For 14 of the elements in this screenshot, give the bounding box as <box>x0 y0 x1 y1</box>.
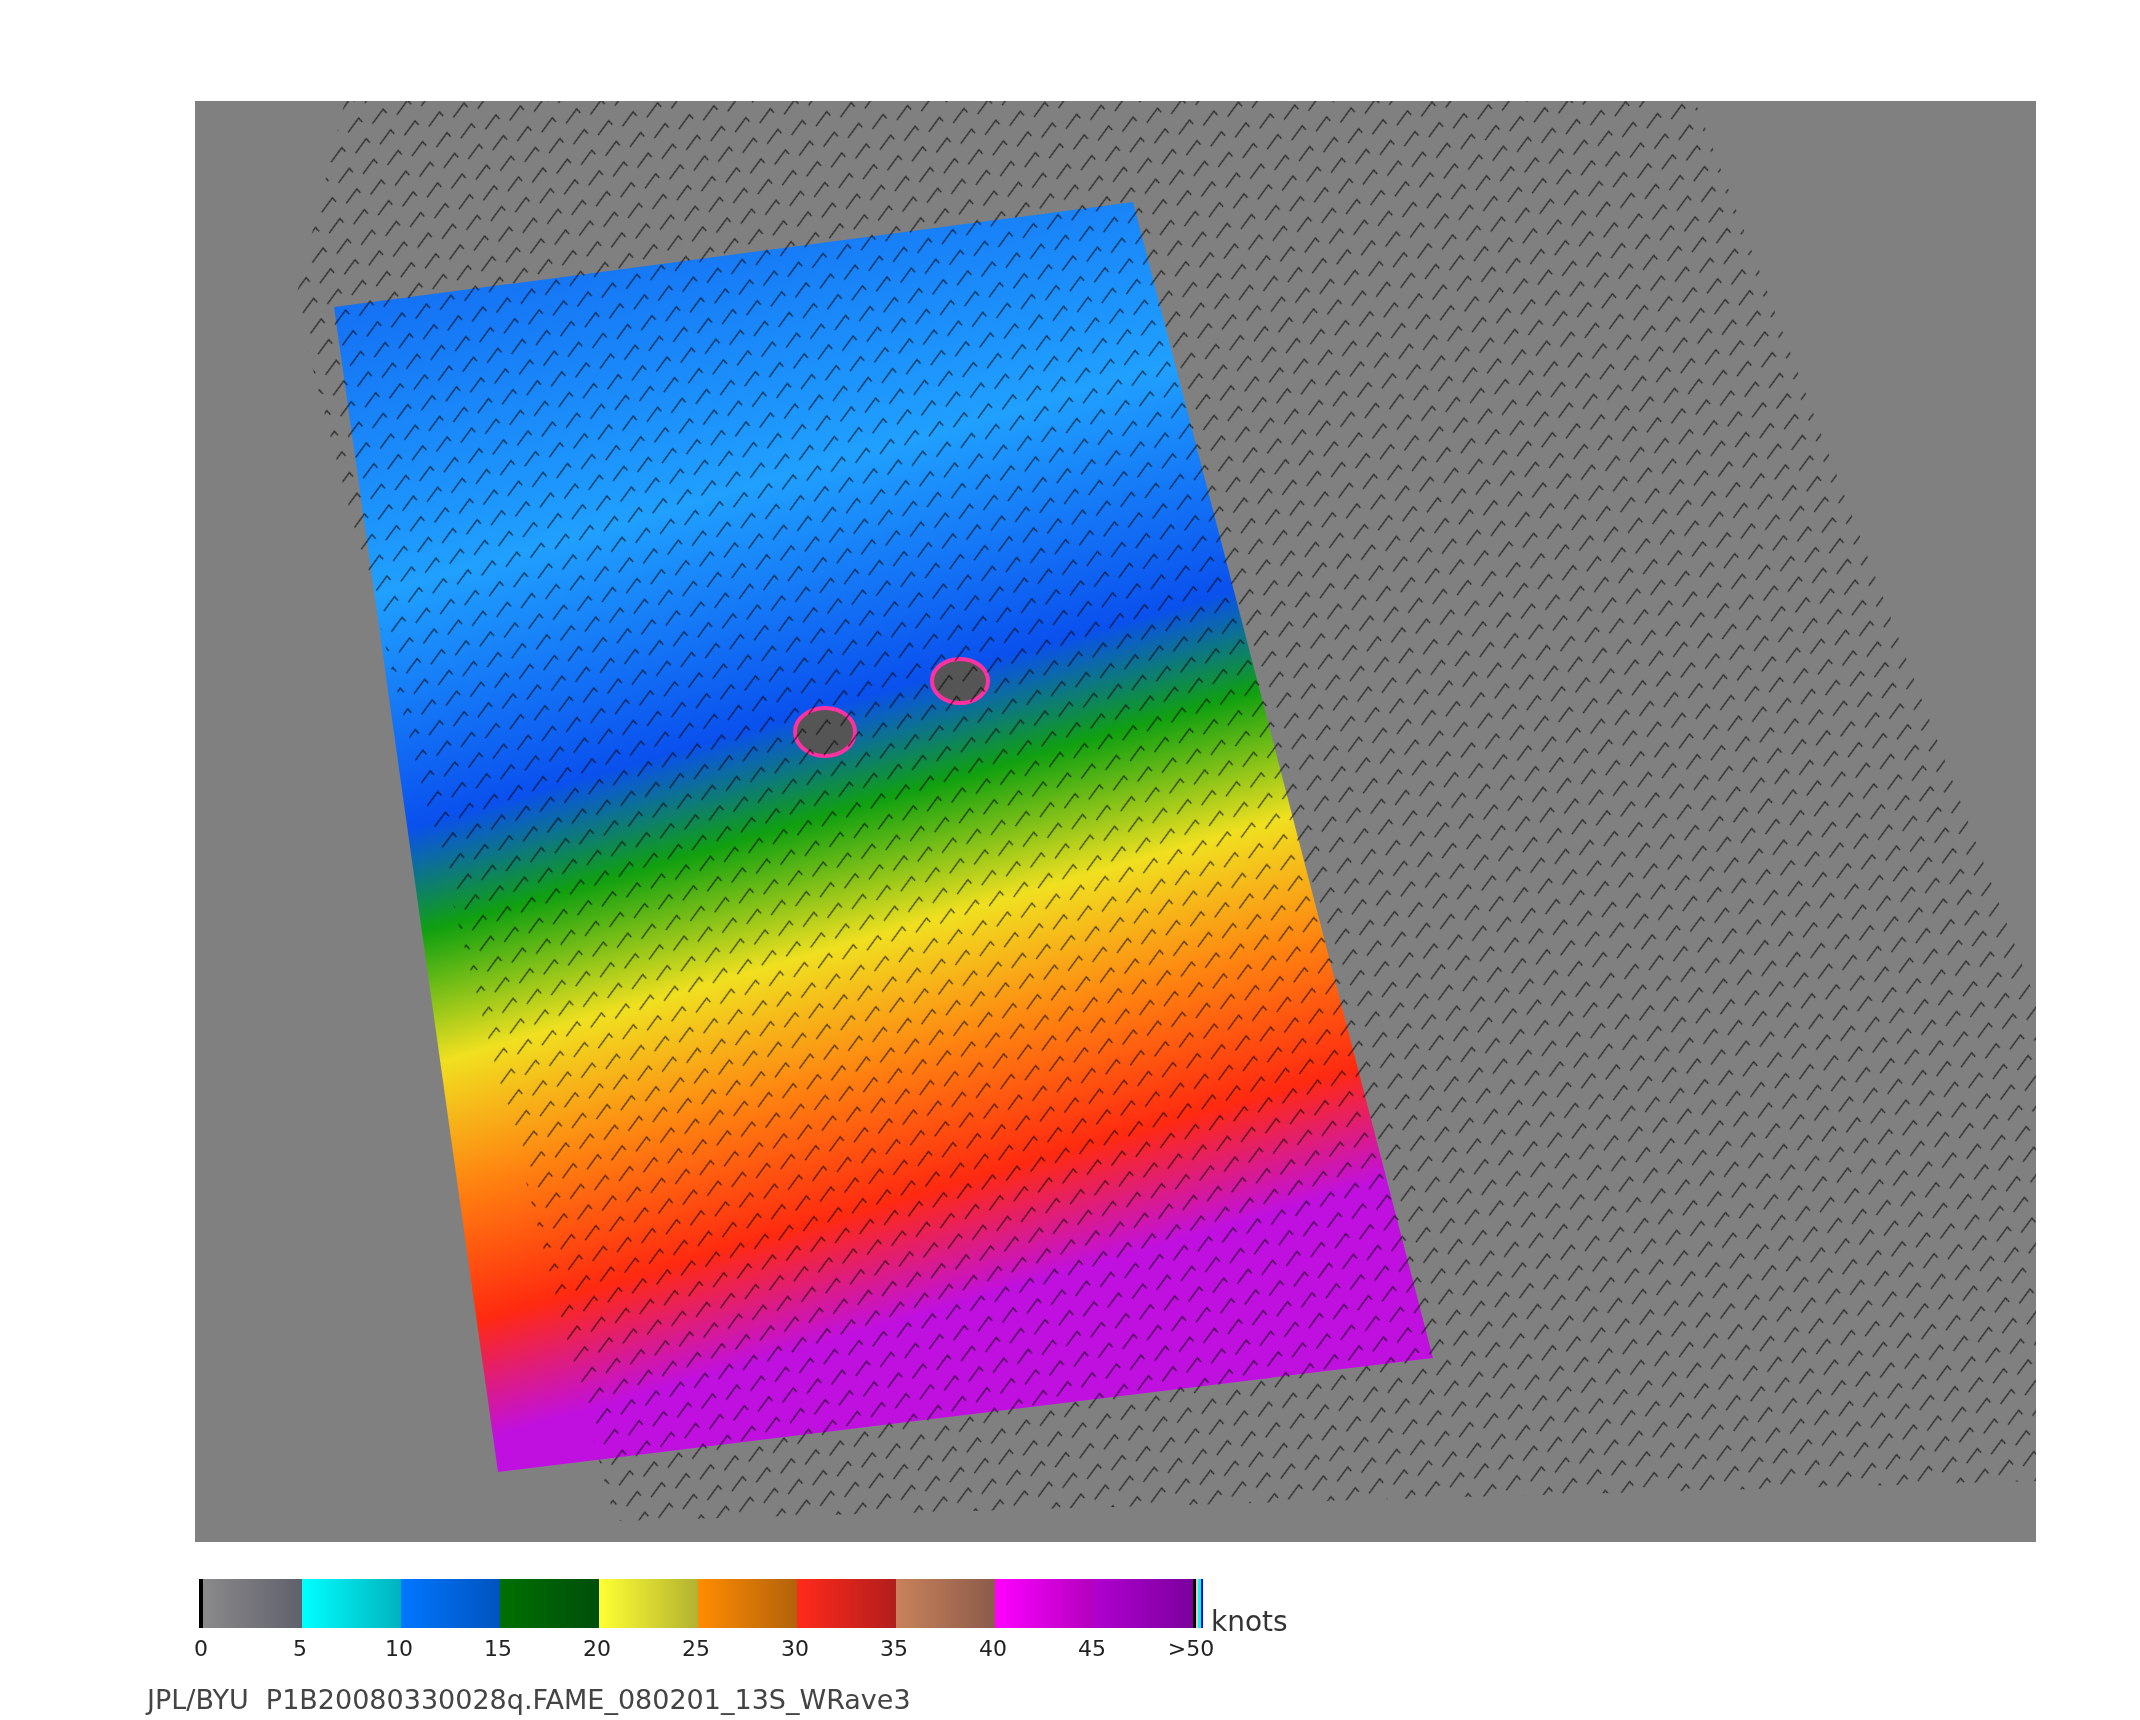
tick-label: >50 <box>1167 1636 1215 1661</box>
tick-label: 25 <box>682 1636 710 1661</box>
tick-label: 45 <box>1078 1636 1106 1661</box>
tick-label: 10 <box>385 1636 413 1661</box>
tick-label: 35 <box>880 1636 908 1661</box>
tick-label: 30 <box>781 1636 809 1661</box>
tick-label: 5 <box>293 1636 307 1661</box>
tick-label: 15 <box>484 1636 512 1661</box>
footer-caption: JPL/BYU P1B20080330028q.FAME_080201_13S_WRave3 <box>147 1684 912 1715</box>
tick-label: 20 <box>583 1636 611 1661</box>
tick-label: 0 <box>194 1636 208 1661</box>
units-label: knots <box>1211 1608 1288 1636</box>
colorbar-end-stripes <box>1193 1579 1203 1628</box>
tick-label: 40 <box>979 1636 1007 1661</box>
